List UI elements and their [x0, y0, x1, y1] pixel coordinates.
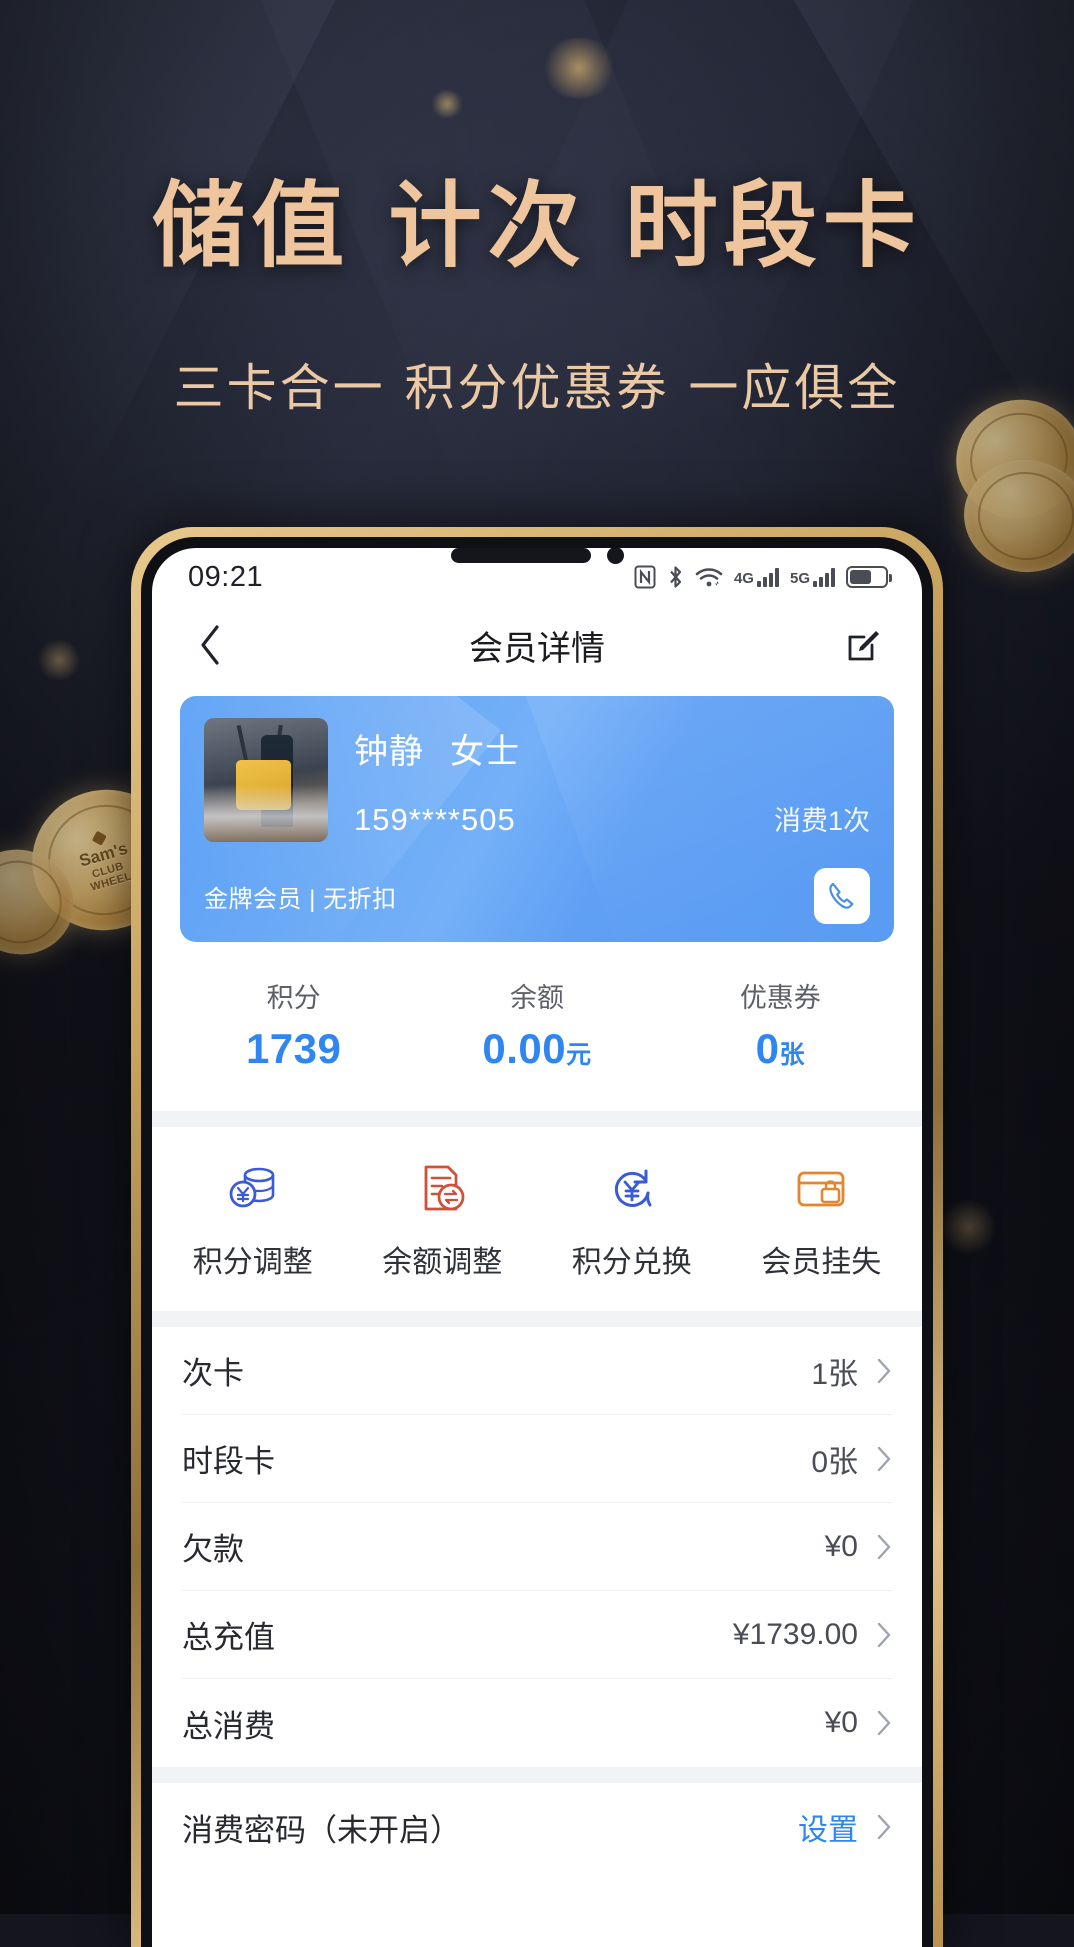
action-label: 余额调整 [382, 1246, 503, 1279]
stats-row: 积分 1739 余额 0.00元 优惠券 0张 [152, 942, 922, 1111]
list-item-title: 总充值 [182, 1620, 275, 1655]
action-balance-adjust[interactable]: 余额调整 [348, 1159, 538, 1281]
phone-screen: 09:21 4G 5G 会员详情 钟静 女士 159****505 消费1次 金… [152, 548, 922, 1947]
list-item-title: 时段卡 [182, 1444, 275, 1479]
stat-value: 0张 [755, 1025, 805, 1072]
stat-label: 优惠券 [739, 983, 821, 1013]
app-navbar: 会员详情 [152, 606, 922, 684]
member-card-bottom: 金牌会员 | 无折扣 [204, 868, 870, 924]
member-phone: 159****505 [354, 802, 516, 837]
section-divider [152, 1111, 922, 1127]
list-item-title: 欠款 [182, 1532, 244, 1567]
promo-headline: 储值 计次 时段卡 [152, 172, 922, 280]
stat-label: 积分 [266, 983, 321, 1013]
page-title: 会员详情 [469, 629, 605, 668]
chevron-right-icon [876, 1357, 892, 1385]
yuan-refresh-icon [606, 1159, 658, 1219]
member-contact-row: 159****505 消费1次 [354, 799, 870, 838]
document-exchange-icon [416, 1159, 468, 1219]
call-member-button[interactable] [814, 868, 870, 924]
promo-subheadline: 三卡合一 积分优惠券 一应俱全 [173, 359, 901, 417]
action-report-lost[interactable]: 会员挂失 [727, 1159, 917, 1281]
chevron-right-icon [876, 1621, 892, 1649]
action-label: 积分兑换 [571, 1246, 692, 1279]
back-button[interactable] [182, 617, 238, 673]
list-item-value: 1张 [811, 1357, 858, 1391]
list-item-title: 消费密码（未开启） [182, 1812, 461, 1848]
action-points-adjust[interactable]: 积分调整 [158, 1159, 348, 1281]
stat-value: 0.00元 [482, 1025, 592, 1072]
list-item-value: ¥0 [824, 1529, 858, 1563]
member-level-badge: 金牌会员 | 无折扣 [204, 885, 397, 913]
stat-unit: 元 [566, 1041, 592, 1069]
network-type-5g: 5G [789, 569, 810, 587]
member-visit-count: 消费1次 [773, 806, 870, 836]
section-divider [152, 1311, 922, 1327]
chevron-right-icon [876, 1709, 892, 1737]
stat-label: 余额 [509, 983, 564, 1013]
phone-bezel: 09:21 4G 5G 会员详情 钟静 女士 159****505 消费1次 金… [141, 537, 933, 1947]
front-camera [606, 548, 624, 564]
phone-notch [152, 548, 922, 572]
stat-balance[interactable]: 余额 0.00元 [415, 976, 658, 1073]
list-item[interactable]: 欠款 ¥0 [182, 1503, 892, 1591]
list-item-value: ¥1739.00 [732, 1617, 858, 1651]
set-password-link[interactable]: 设置 [798, 1805, 858, 1849]
stat-points[interactable]: 积分 1739 [172, 976, 415, 1073]
stat-unit: 张 [779, 1041, 805, 1069]
member-honorific: 女士 [450, 733, 520, 771]
chevron-right-icon [876, 1813, 892, 1841]
list-item[interactable]: 总消费 ¥0 [182, 1679, 892, 1767]
list-item[interactable]: 时段卡 0张 [182, 1415, 892, 1503]
card-lock-icon [794, 1159, 848, 1219]
list-item-title: 次卡 [182, 1356, 244, 1391]
list-item-title: 总消费 [182, 1708, 275, 1744]
member-card[interactable]: 钟静 女士 159****505 消费1次 金牌会员 | 无折扣 [180, 696, 894, 942]
chevron-right-icon [876, 1445, 892, 1473]
member-card-section: 钟静 女士 159****505 消费1次 金牌会员 | 无折扣 [152, 684, 922, 942]
edit-button[interactable] [836, 617, 892, 673]
member-name-row: 钟静 女士 [354, 724, 870, 773]
list-item[interactable]: 次卡 1张 [182, 1327, 892, 1415]
stat-coupons[interactable]: 优惠券 0张 [659, 976, 902, 1073]
phone-mockup: 09:21 4G 5G 会员详情 钟静 女士 159****505 消费1次 金… [131, 527, 943, 1947]
list-item-value: 0张 [811, 1445, 858, 1479]
action-grid: 积分调整 余额调整 积分兑换 会员挂失 [152, 1127, 922, 1311]
detail-list: 次卡 1张 时段卡 0张 欠款 ¥0 总充值 ¥1739.00 总消费 ¥0 [152, 1327, 922, 1767]
member-name: 钟静 [354, 733, 424, 771]
member-card-top: 钟静 女士 159****505 消费1次 [204, 718, 870, 842]
list-item-consumption-password[interactable]: 消费密码（未开启） 设置 [182, 1783, 892, 1871]
coins-stack-icon [226, 1159, 280, 1219]
action-label: 会员挂失 [761, 1246, 882, 1279]
network-type-4g: 4G [733, 569, 754, 587]
chevron-right-icon [876, 1533, 892, 1561]
section-divider [152, 1767, 922, 1783]
action-points-exchange[interactable]: 积分兑换 [537, 1159, 727, 1281]
password-section: 消费密码（未开启） 设置 [152, 1783, 922, 1871]
member-info: 钟静 女士 159****505 消费1次 [354, 718, 870, 842]
earpiece-speaker [450, 548, 591, 563]
avatar [204, 718, 328, 842]
list-item[interactable]: 总充值 ¥1739.00 [182, 1591, 892, 1679]
list-item-value: ¥0 [824, 1706, 858, 1739]
stat-value: 1739 [245, 1025, 342, 1072]
action-label: 积分调整 [192, 1246, 313, 1279]
